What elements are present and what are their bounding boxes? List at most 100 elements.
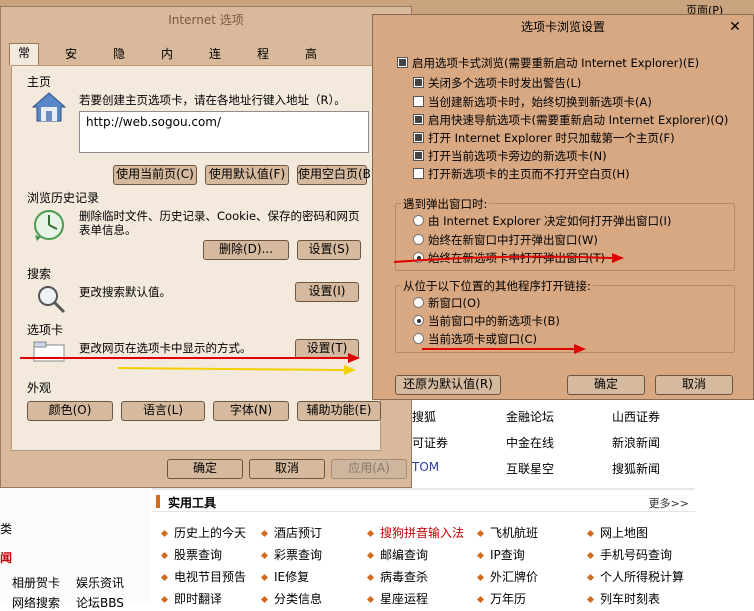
- tool-link[interactable]: 手机号码查询: [586, 546, 673, 563]
- tool-link[interactable]: 个人所得税计算: [586, 568, 685, 585]
- checkbox-box[interactable]: [397, 57, 408, 68]
- tool-link[interactable]: 邮编查询: [366, 546, 429, 563]
- links-radio[interactable]: 当前窗口中的新选项卡(B): [413, 313, 560, 329]
- left-link[interactable]: 娱乐资讯: [76, 574, 124, 591]
- tool-link[interactable]: 搜狗拼音输入法: [366, 524, 465, 541]
- tool-link-label: IE修复: [274, 570, 310, 584]
- checkbox-box[interactable]: [413, 77, 424, 88]
- delete-history-button[interactable]: 删除(D)...: [203, 240, 289, 260]
- search-settings-button[interactable]: 设置(I): [295, 282, 359, 302]
- tab-privacy[interactable]: 隐私: [105, 45, 134, 79]
- radio-dot[interactable]: [413, 297, 424, 308]
- accessibility-button[interactable]: 辅助功能(E): [297, 401, 381, 421]
- option-checkbox[interactable]: 启用快速导航选项卡(需要重新启动 Internet Explorer)(Q): [413, 112, 728, 128]
- tools-more-link[interactable]: 更多>>: [649, 495, 689, 511]
- radio-label: 由 Internet Explorer 决定如何打开弹出窗口(I): [428, 214, 672, 228]
- tab-security[interactable]: 安全: [57, 45, 86, 79]
- link-securities[interactable]: 可证券: [412, 434, 448, 451]
- tool-link[interactable]: 股票查询: [160, 546, 222, 563]
- link-tom[interactable]: TOM: [412, 460, 439, 474]
- left-link[interactable]: 论坛BBS: [76, 594, 124, 611]
- ok-button[interactable]: 确定: [167, 459, 243, 479]
- enable-tabs-checkbox[interactable]: 启用选项卡式浏览(需要重新启动 Internet Explorer)(E): [397, 55, 699, 71]
- search-icon: [38, 286, 66, 314]
- ok-button[interactable]: 确定: [567, 375, 645, 395]
- popup-radio[interactable]: 由 Internet Explorer 决定如何打开弹出窗口(I): [413, 213, 671, 229]
- tab-connections[interactable]: 连接: [201, 45, 230, 79]
- link-cnfol[interactable]: 中金在线: [506, 434, 554, 451]
- history-settings-button[interactable]: 设置(S): [297, 240, 361, 260]
- tool-link-label: 搜狗拼音输入法: [380, 526, 465, 540]
- link-vnet[interactable]: 互联星空: [506, 460, 554, 477]
- tool-link[interactable]: 星座运程: [366, 590, 429, 607]
- languages-button[interactable]: 语言(L): [121, 401, 205, 421]
- option-checkbox[interactable]: 打开当前选项卡旁边的新选项卡(N): [413, 148, 607, 164]
- checkbox-label: 启用选项卡式浏览(需要重新启动 Internet Explorer)(E): [412, 56, 700, 70]
- popup-radio[interactable]: 始终在新窗口中打开弹出窗口(W): [413, 232, 598, 248]
- radio-dot[interactable]: [413, 215, 424, 226]
- checkbox-label: 打开新选项卡的主页而不打开空白页(H): [428, 167, 630, 181]
- use-blank-button[interactable]: 使用空白页(B): [297, 165, 376, 185]
- tool-link-label: 病毒查杀: [380, 570, 429, 584]
- bullet-icon: [476, 529, 485, 538]
- radio-dot[interactable]: [413, 315, 424, 326]
- tool-link[interactable]: 彩票查询: [260, 546, 322, 563]
- apply-button[interactable]: 应用(A): [331, 459, 407, 479]
- fonts-button[interactable]: 字体(N): [213, 401, 289, 421]
- checkbox-box[interactable]: [413, 150, 424, 161]
- close-icon[interactable]: ✕: [727, 19, 743, 35]
- checkbox-label: 启用快速导航选项卡(需要重新启动 Internet Explorer)(Q): [428, 113, 729, 127]
- tool-link-label: 分类信息: [274, 592, 323, 606]
- restore-defaults-button[interactable]: 还原为默认值(R): [395, 375, 501, 395]
- link-finance-forum[interactable]: 金融论坛: [506, 408, 554, 425]
- option-checkbox[interactable]: 关闭多个选项卡时发出警告(L): [413, 75, 581, 91]
- tool-link[interactable]: IP查询: [476, 546, 525, 563]
- tab-programs[interactable]: 程序: [249, 45, 278, 79]
- tool-link[interactable]: 万年历: [476, 590, 526, 607]
- tab-content[interactable]: 内容: [153, 45, 182, 79]
- tool-link-label: 个人所得税计算: [600, 570, 685, 584]
- checkbox-box[interactable]: [413, 168, 424, 179]
- tool-link[interactable]: 列车时刻表: [586, 590, 660, 607]
- tab-advanced[interactable]: 高级: [297, 45, 326, 79]
- tool-link-label: 手机号码查询: [600, 548, 673, 562]
- home-url-textarea[interactable]: http://web.sogou.com/: [79, 111, 369, 153]
- tool-link[interactable]: 外汇牌价: [476, 568, 538, 585]
- option-checkbox[interactable]: 打开 Internet Explorer 时只加载第一个主页(F): [413, 130, 675, 146]
- link-shanxi-securities[interactable]: 山西证券: [612, 408, 660, 425]
- radio-dot[interactable]: [413, 234, 424, 245]
- checkbox-box[interactable]: [413, 114, 424, 125]
- use-current-button[interactable]: 使用当前页(C): [113, 165, 197, 185]
- tool-link[interactable]: 网上地图: [586, 524, 649, 541]
- checkbox-box[interactable]: [413, 132, 424, 143]
- colors-button[interactable]: 颜色(O): [27, 401, 113, 421]
- tool-link[interactable]: 分类信息: [260, 590, 323, 607]
- tool-link[interactable]: 酒店预订: [260, 524, 322, 541]
- link-souhu[interactable]: 搜狐: [412, 408, 436, 425]
- tool-link-label: 星座运程: [380, 592, 429, 606]
- link-sina-news[interactable]: 新浪新闻: [612, 434, 660, 451]
- tool-link-label: 邮编查询: [380, 548, 429, 562]
- tool-link[interactable]: 即时翻译: [160, 590, 222, 607]
- option-checkbox[interactable]: 当创建新选项卡时，始终切换到新选项卡(A): [413, 94, 652, 110]
- history-label: 浏览历史记录: [27, 191, 100, 205]
- cancel-button[interactable]: 取消: [655, 375, 733, 395]
- checkbox-box[interactable]: [413, 96, 424, 107]
- tool-link[interactable]: 飞机航班: [476, 524, 538, 541]
- tool-link-label: 网上地图: [600, 526, 649, 540]
- use-default-button[interactable]: 使用默认值(F): [205, 165, 289, 185]
- cancel-button[interactable]: 取消: [249, 459, 325, 479]
- dialog-title: Internet 选项: [168, 13, 244, 27]
- link-sohu-news[interactable]: 搜狐新闻: [612, 460, 660, 477]
- annotation-arrow-popup: [393, 253, 624, 263]
- tool-link[interactable]: 历史上的今天: [160, 524, 246, 541]
- left-link[interactable]: 网络搜索: [12, 594, 60, 611]
- tab-general[interactable]: 常规: [9, 43, 40, 78]
- tool-link[interactable]: 电视节目预告: [160, 568, 246, 585]
- option-checkbox[interactable]: 打开新选项卡的主页而不打开空白页(H): [413, 166, 630, 182]
- links-radio[interactable]: 新窗口(O): [413, 295, 481, 311]
- left-link[interactable]: 相册贺卡: [12, 574, 60, 591]
- radio-label: 当前窗口中的新选项卡(B): [428, 314, 560, 328]
- tool-link[interactable]: IE修复: [260, 568, 310, 585]
- tool-link[interactable]: 病毒查杀: [366, 568, 429, 585]
